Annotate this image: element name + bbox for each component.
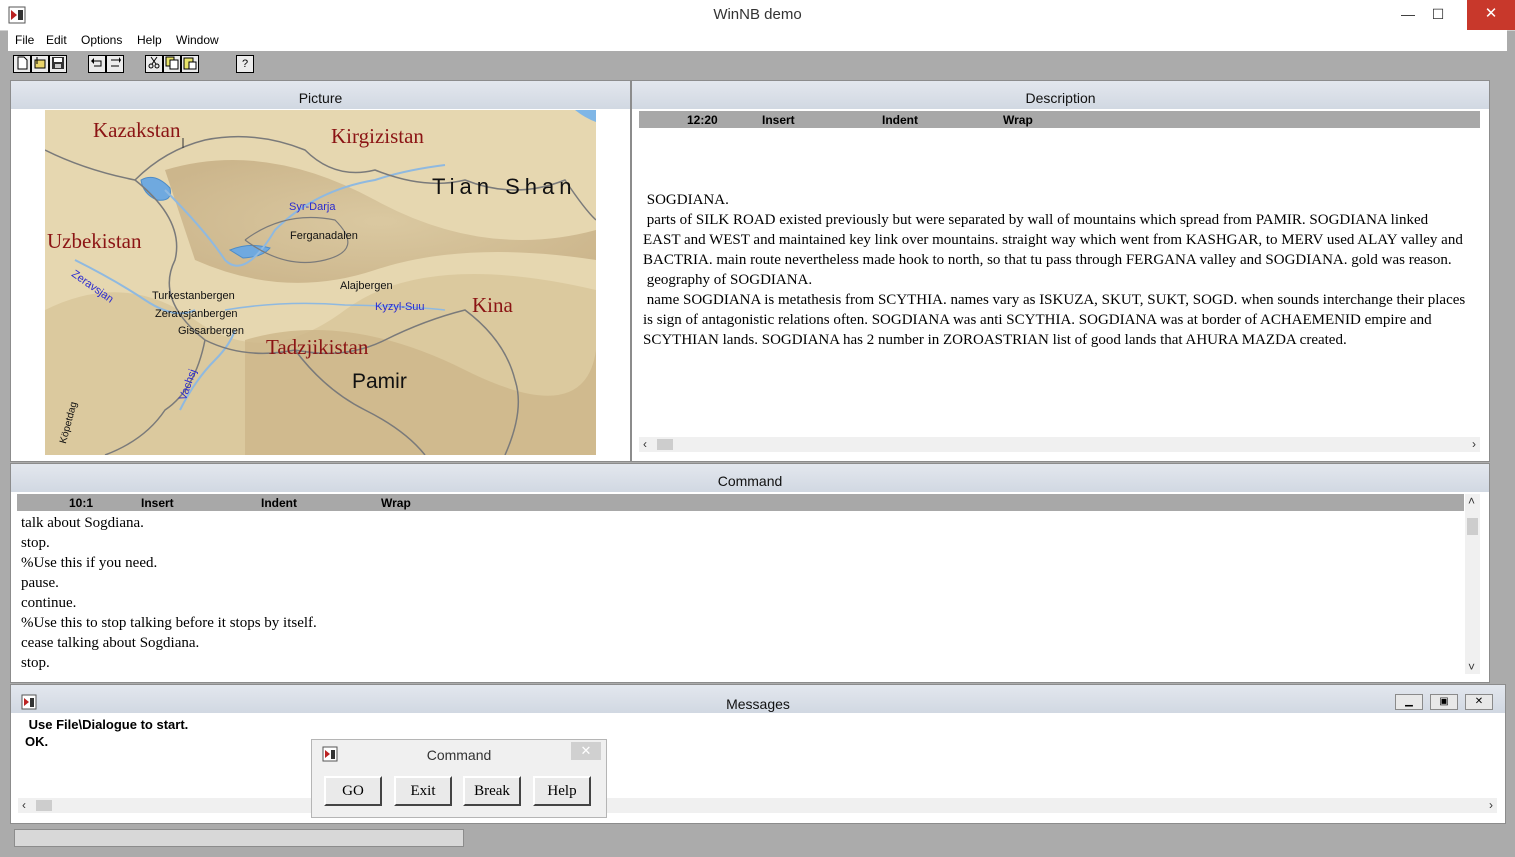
scroll-left-icon[interactable]: ‹: [643, 437, 647, 451]
map-label-kina: Kina: [472, 293, 513, 317]
command-status-bar: 10:1 Insert Indent Wrap: [17, 494, 1464, 511]
scroll-left-icon[interactable]: ‹: [22, 798, 26, 812]
exit-button[interactable]: Exit: [394, 776, 452, 806]
map-label-zeravsjanbergen: Zeravsjanbergen: [155, 308, 238, 320]
command-line[interactable]: continue.: [21, 593, 1461, 613]
command-wrap-mode: Wrap: [381, 496, 411, 510]
messages-app-icon[interactable]: [21, 694, 37, 710]
save-icon[interactable]: [49, 55, 67, 73]
map-label-pamir: Pamir: [352, 370, 407, 393]
command-line[interactable]: %Use this to stop talking before it stop…: [21, 613, 1461, 633]
dialog-title: Command: [426, 747, 492, 763]
messages-minimize-button[interactable]: ▁: [1395, 694, 1423, 710]
menu-help[interactable]: Help: [137, 33, 162, 47]
scroll-thumb[interactable]: [1467, 518, 1478, 535]
description-wrap-mode: Wrap: [1003, 113, 1033, 127]
command-editor[interactable]: talk about Sogdiana. stop. %Use this if …: [21, 513, 1461, 673]
dialog-close-button[interactable]: ✕: [571, 742, 601, 760]
go-button[interactable]: GO: [324, 776, 382, 806]
minimize-button[interactable]: —: [1393, 0, 1423, 30]
message-line: OK.: [25, 734, 49, 749]
status-bar-field: [14, 829, 464, 847]
description-indent-mode: Indent: [882, 113, 918, 127]
description-text[interactable]: SOGDIANA. parts of SILK ROAD existed pre…: [643, 190, 1468, 350]
scroll-thumb[interactable]: [657, 439, 673, 450]
maximize-button[interactable]: ☐: [1423, 0, 1453, 30]
break-button[interactable]: Break: [463, 776, 521, 806]
command-line[interactable]: stop.: [21, 533, 1461, 553]
title-bar: WinNB demo — ☐ ✕: [0, 0, 1515, 31]
command-cursor-position: 10:1: [69, 496, 94, 510]
command-line[interactable]: cease talking about Sogdiana.: [21, 633, 1461, 653]
scroll-down-icon[interactable]: ˅: [1468, 660, 1475, 674]
map-label-syr-darja: Syr-Darja: [289, 201, 336, 213]
messages-hscrollbar[interactable]: ‹ ›: [18, 798, 1497, 813]
map-image: [45, 110, 596, 455]
message-line: Use File\Dialogue to start.: [25, 717, 189, 732]
help-button[interactable]: Help: [533, 776, 591, 806]
paste-icon[interactable]: [181, 55, 199, 73]
menu-bar: File Edit Options Help Window: [8, 30, 1507, 51]
toolbar: ?: [8, 51, 1507, 78]
description-pane-title: Description: [632, 81, 1489, 109]
messages-pane-title: Messages: [11, 685, 1505, 713]
map-label-kyzyl-suu: Kyzyl-Suu: [375, 301, 425, 313]
description-status-bar: 12:20 Insert Indent Wrap: [639, 111, 1480, 128]
open-file-icon[interactable]: [31, 55, 49, 73]
messages-log: Use File\Dialogue to start. OK.: [25, 716, 188, 750]
window-title: WinNB demo: [713, 6, 802, 23]
new-file-icon[interactable]: [13, 55, 31, 73]
messages-restore-button[interactable]: ▣: [1430, 694, 1458, 710]
map-label-kazakstan: Kazakstan: [93, 118, 181, 142]
undo-icon[interactable]: [88, 55, 106, 73]
redo-icon[interactable]: [106, 55, 124, 73]
scroll-right-icon[interactable]: ›: [1472, 437, 1476, 451]
close-button[interactable]: ✕: [1467, 0, 1515, 30]
messages-close-button[interactable]: ✕: [1465, 694, 1493, 710]
description-insert-mode: Insert: [762, 113, 795, 127]
menu-window[interactable]: Window: [176, 33, 219, 47]
map-label-turkestanbergen: Turkestanbergen: [152, 290, 235, 302]
command-pane-title: Command: [11, 464, 1489, 492]
scroll-up-icon[interactable]: ˄: [1468, 494, 1475, 508]
map-label-tadzjikistan: Tadzjikistan: [266, 335, 369, 359]
description-cursor-position: 12:20: [687, 113, 718, 127]
map-label-kirgizistan: Kirgizistan: [331, 124, 424, 148]
command-dialog: Command ✕ GO Exit Break Help: [311, 739, 607, 818]
map-label-ferganadalen: Ferganadalen: [290, 230, 358, 242]
picture-pane-title: Picture: [11, 81, 630, 109]
help-icon[interactable]: ?: [236, 55, 254, 73]
command-line[interactable]: pause.: [21, 573, 1461, 593]
map-label-gissarbergen: Gissarbergen: [178, 325, 245, 337]
command-insert-mode: Insert: [141, 496, 174, 510]
command-line[interactable]: %Use this if you need.: [21, 553, 1461, 573]
map-label-uzbekistan: Uzbekistan: [47, 229, 142, 253]
command-line[interactable]: talk about Sogdiana.: [21, 513, 1461, 533]
command-indent-mode: Indent: [261, 496, 297, 510]
menu-options[interactable]: Options: [81, 33, 122, 47]
description-hscrollbar[interactable]: ‹ ›: [639, 437, 1480, 452]
command-vscrollbar[interactable]: ˄ ˅: [1465, 494, 1480, 674]
command-line[interactable]: stop.: [21, 653, 1461, 673]
map-label-tian-shan: Tian Shan: [432, 174, 577, 199]
scroll-right-icon[interactable]: ›: [1489, 798, 1493, 812]
menu-edit[interactable]: Edit: [46, 33, 67, 47]
scroll-thumb[interactable]: [36, 800, 52, 811]
map-label-alajbergen: Alajbergen: [340, 280, 393, 292]
copy-icon[interactable]: [163, 55, 181, 73]
menu-file[interactable]: File: [15, 33, 34, 47]
cut-icon[interactable]: [145, 55, 163, 73]
map-drawing: [45, 110, 596, 455]
